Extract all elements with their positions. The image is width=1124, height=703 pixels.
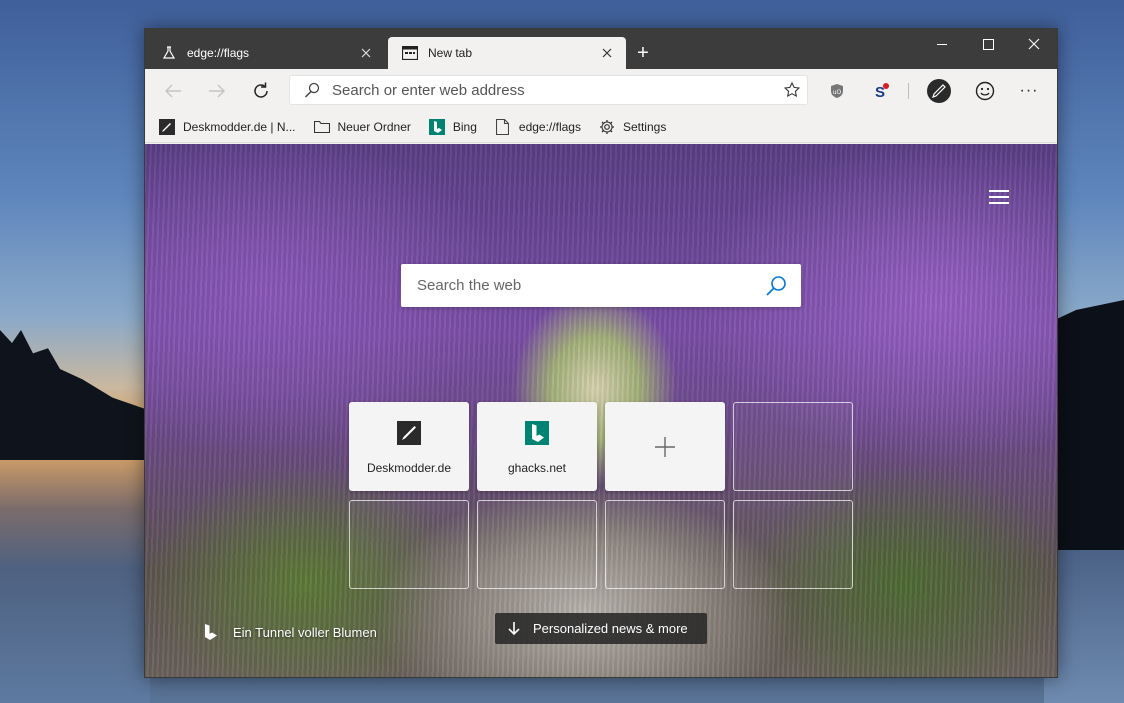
empty-tile-slot xyxy=(733,402,853,491)
search-icon xyxy=(304,82,320,98)
address-bar[interactable] xyxy=(289,75,808,105)
web-search-button[interactable] xyxy=(751,264,801,307)
bing-icon xyxy=(428,118,445,135)
newtab-page-icon xyxy=(402,45,418,61)
refresh-button[interactable] xyxy=(247,77,275,105)
gear-icon xyxy=(599,119,615,135)
s-extension-button[interactable]: S xyxy=(867,77,895,105)
deskmodder-icon xyxy=(397,421,421,445)
top-site-tile-ghacks[interactable]: ghacks.net xyxy=(477,402,597,491)
add-site-tile[interactable] xyxy=(605,402,725,491)
toolbar-separator xyxy=(908,83,909,99)
image-credit-text: Ein Tunnel voller Blumen xyxy=(233,624,377,640)
refresh-icon xyxy=(254,82,268,98)
desktop-lake-left xyxy=(0,460,150,703)
bing-icon xyxy=(525,421,549,445)
favorite-star-button[interactable] xyxy=(777,76,807,104)
browser-window: edge://flags New tab + Search or enter w… xyxy=(144,28,1058,678)
page-icon xyxy=(495,118,511,135)
back-button[interactable] xyxy=(159,77,187,105)
favorites-bar: Deskmodder.de | N... Neuer Ordner Bing e… xyxy=(145,111,1057,143)
empty-tile-slot xyxy=(477,500,597,589)
tile-label: ghacks.net xyxy=(507,461,567,475)
star-icon xyxy=(784,82,800,98)
web-search-box[interactable] xyxy=(401,264,801,307)
extension-s-icon: S xyxy=(875,83,889,100)
web-search-input[interactable] xyxy=(417,277,751,294)
close-icon xyxy=(1028,38,1040,50)
tile-label: Deskmodder.de xyxy=(366,461,452,475)
maximize-icon xyxy=(982,38,994,50)
arrow-down-icon xyxy=(507,621,521,637)
back-arrow-icon xyxy=(165,84,181,98)
empty-tile-slot xyxy=(349,500,469,589)
tab-edge-flags[interactable]: edge://flags xyxy=(147,37,385,69)
bing-logo-icon xyxy=(205,624,217,640)
page-settings-menu-icon[interactable] xyxy=(989,188,1011,206)
profile-button[interactable] xyxy=(925,77,953,105)
minimize-icon xyxy=(936,43,947,45)
news-button-label: Personalized news & more xyxy=(533,621,688,636)
forward-button[interactable] xyxy=(203,77,231,105)
empty-tile-slot xyxy=(605,500,725,589)
image-credit[interactable]: Ein Tunnel voller Blumen xyxy=(203,620,377,644)
tab-title: New tab xyxy=(428,46,473,60)
more-menu-button[interactable]: ··· xyxy=(1015,77,1043,105)
close-window-button[interactable] xyxy=(1011,29,1057,59)
maximize-button[interactable] xyxy=(965,29,1011,59)
new-tab-button[interactable]: + xyxy=(631,41,655,65)
favorite-neuer-ordner[interactable]: Neuer Ordner xyxy=(313,119,411,135)
favorite-label: edge://flags xyxy=(518,119,581,134)
favorite-label: Deskmodder.de | N... xyxy=(183,119,296,134)
tab-title: edge://flags xyxy=(187,46,250,60)
favorite-edge-flags[interactable]: edge://flags xyxy=(495,118,581,135)
profile-pen-icon xyxy=(927,79,951,103)
favorite-label: Settings xyxy=(622,119,667,134)
search-icon xyxy=(766,275,786,296)
favorite-settings[interactable]: Settings xyxy=(599,119,666,135)
favorite-label: Neuer Ordner xyxy=(337,119,411,134)
tab-new-tab[interactable]: New tab xyxy=(388,37,626,69)
title-bar: edge://flags New tab + xyxy=(145,29,1057,69)
address-input[interactable] xyxy=(332,81,777,99)
forward-arrow-icon xyxy=(209,84,225,98)
desktop-hill-left xyxy=(0,330,150,460)
close-tab-icon[interactable] xyxy=(598,44,616,62)
navigation-toolbar: uO S ··· xyxy=(145,69,1057,111)
empty-tile-slot xyxy=(733,500,853,589)
favorite-deskmodder[interactable]: Deskmodder.de | N... xyxy=(159,118,296,135)
favorite-bing[interactable]: Bing xyxy=(428,118,477,135)
favorite-label: Bing xyxy=(452,119,477,134)
flask-icon xyxy=(161,45,177,61)
feedback-smiley-icon xyxy=(975,81,995,101)
deskmodder-icon xyxy=(159,118,175,135)
ublock-extension-button[interactable]: uO xyxy=(823,77,851,105)
new-tab-page: Deskmodder.de ghacks.net Ein Tunnel voll… xyxy=(145,144,1057,677)
plus-icon xyxy=(605,402,725,491)
top-site-tile-deskmodder[interactable]: Deskmodder.de xyxy=(349,402,469,491)
feedback-button[interactable] xyxy=(971,77,999,105)
personalized-news-button[interactable]: Personalized news & more xyxy=(495,613,707,644)
folder-icon xyxy=(313,119,330,135)
minimize-button[interactable] xyxy=(919,29,965,59)
ublock-shield-icon: uO xyxy=(831,84,843,98)
close-tab-icon[interactable] xyxy=(357,44,375,62)
svg-text:uO: uO xyxy=(833,89,842,96)
